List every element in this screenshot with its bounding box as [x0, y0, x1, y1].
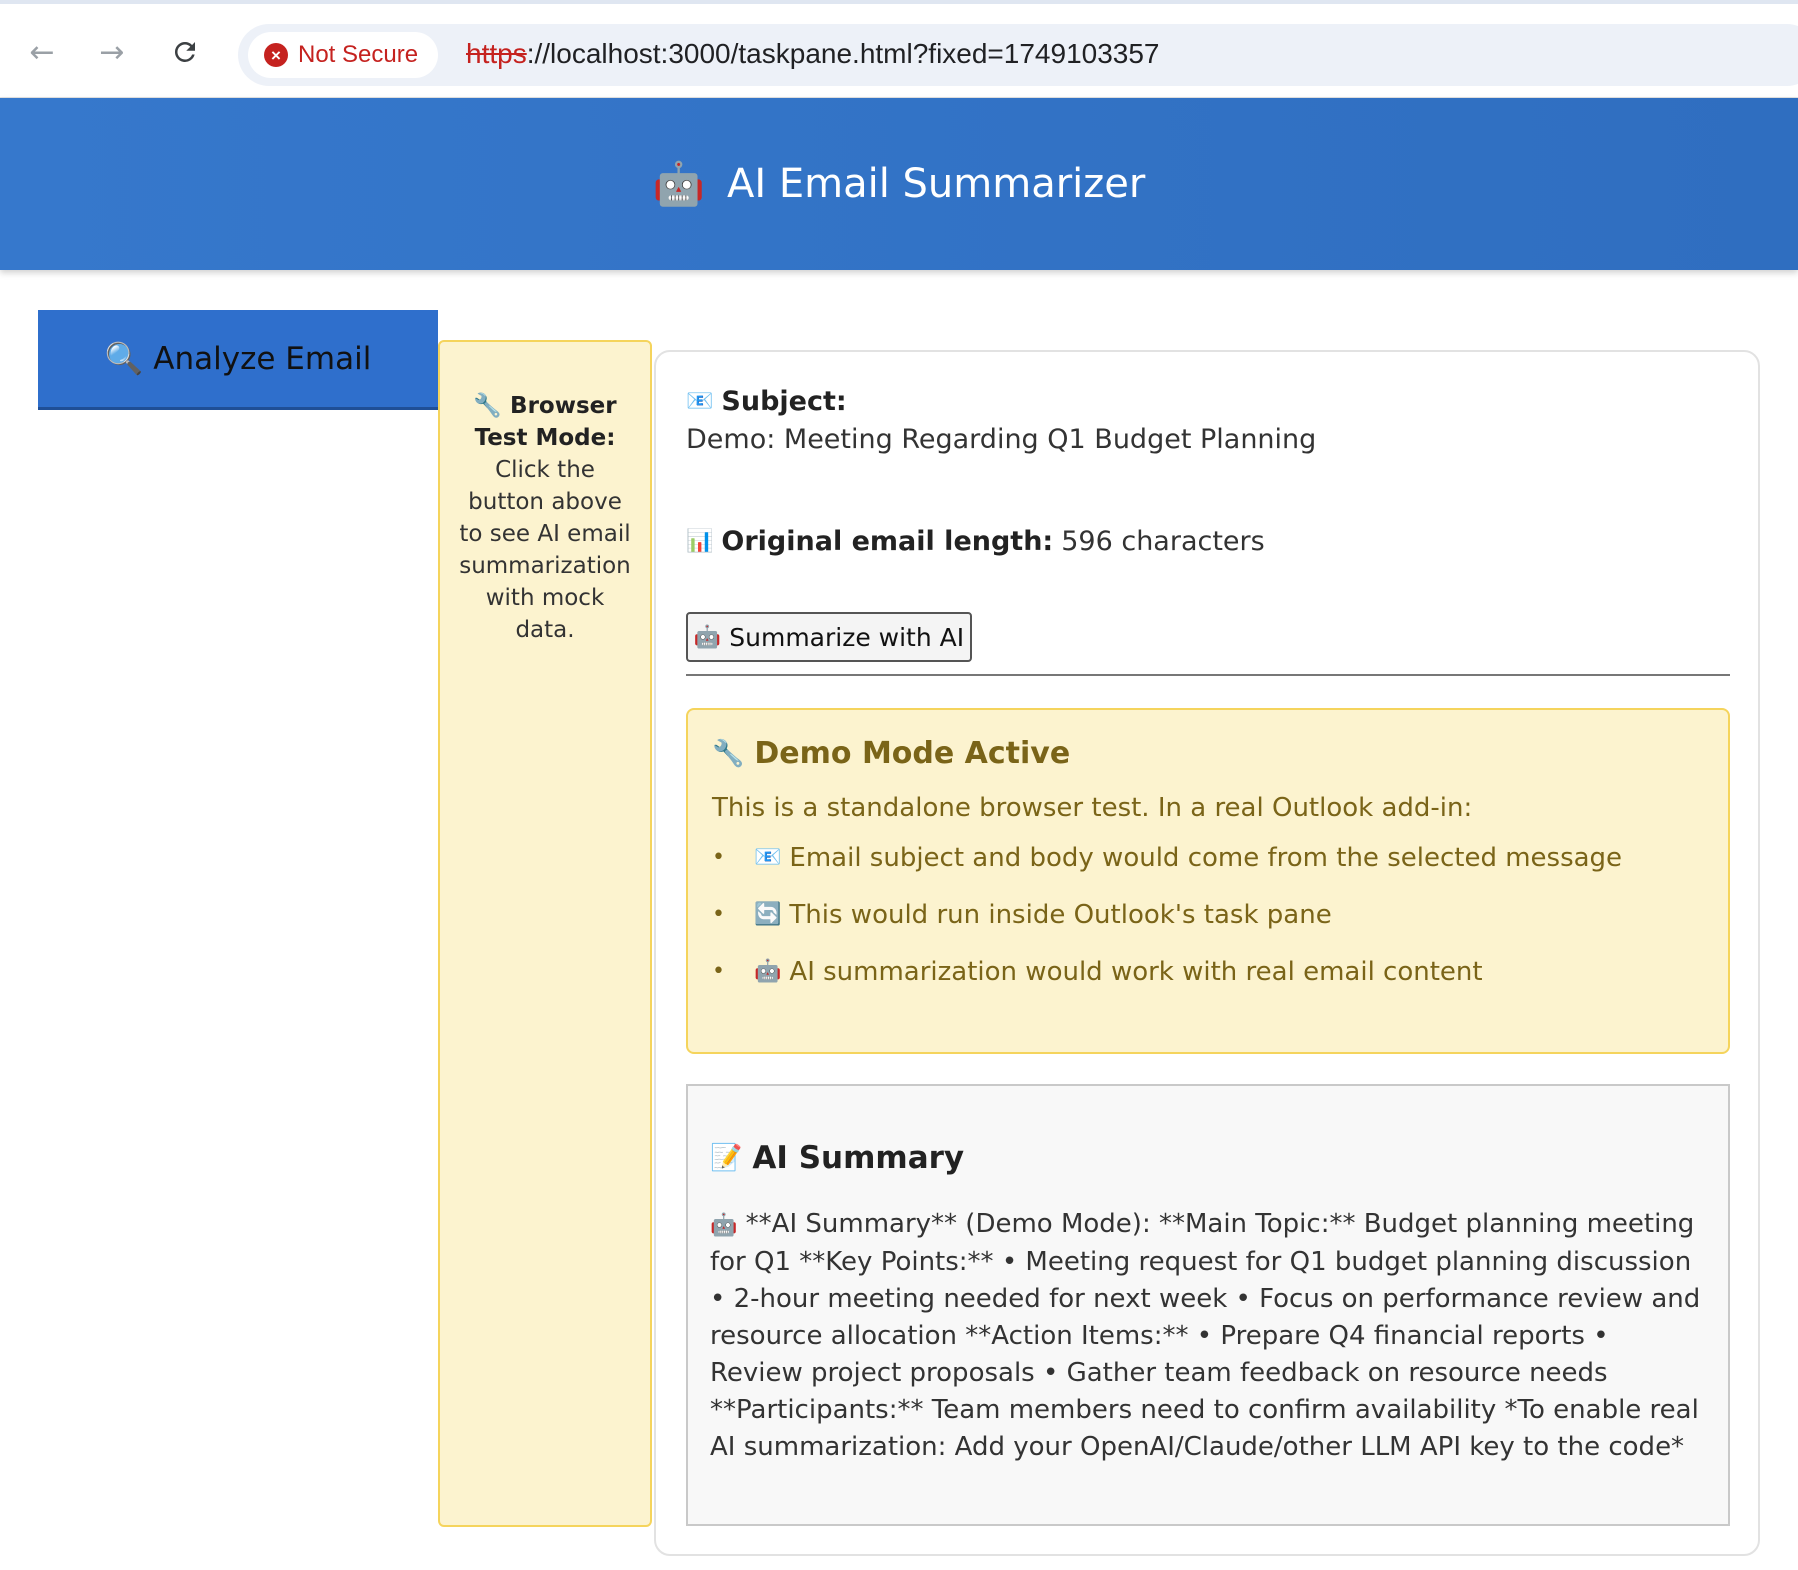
wrench-icon: 🔧: [473, 393, 503, 419]
subject-value: Demo: Meeting Regarding Q1 Budget Planni…: [686, 424, 1317, 455]
arrow-right-icon: →: [99, 34, 125, 70]
security-label: Not Secure: [298, 41, 419, 68]
ai-summary-text: 🤖 **AI Summary** (Demo Mode): **Main Top…: [710, 1209, 1701, 1462]
bar-chart-icon: 📊: [686, 529, 714, 554]
demo-mode-notice: 🔧 Demo Mode Active This is a standalone …: [686, 708, 1730, 1054]
summarize-label: Summarize with AI: [729, 622, 965, 652]
wrench-icon: 🔧: [712, 738, 745, 769]
summarize-with-ai-button[interactable]: 🤖 Summarize with AI: [686, 612, 972, 662]
robot-icon: 🤖: [754, 959, 782, 984]
demo-mode-list: • 📧 Email subject and body would come fr…: [712, 841, 1704, 989]
robot-icon: 🤖: [693, 624, 722, 650]
demo-mode-intro: This is a standalone browser test. In a …: [712, 793, 1473, 823]
url-text[interactable]: https://localhost:3000/taskpane.html?fix…: [466, 38, 1160, 70]
address-bar[interactable]: × Not Secure https://localhost:3000/task…: [238, 24, 1798, 86]
analyze-email-label: Analyze Email: [153, 340, 372, 377]
email-icon: 📧: [686, 389, 714, 414]
back-button[interactable]: ←: [22, 32, 62, 72]
email-length-label: Original email length:: [721, 526, 1054, 557]
email-info-card: 📧 Subject: Demo: Meeting Regarding Q1 Bu…: [654, 350, 1760, 1556]
divider: [686, 674, 1730, 676]
test-note-text: Click the button above to see AI email s…: [459, 457, 631, 643]
demo-mode-title: 🔧 Demo Mode Active: [712, 736, 1071, 771]
arrow-left-icon: ←: [29, 34, 55, 70]
email-icon: 📧: [754, 845, 782, 870]
ai-summary-title: 📝 AI Summary: [710, 1140, 965, 1176]
list-item: • 🔄 This would run inside Outlook's task…: [712, 900, 1332, 930]
url-rest: ://localhost:3000/taskpane.html?fixed=17…: [526, 38, 1160, 69]
ai-summary-panel: 📝 AI Summary 🤖 **AI Summary** (Demo Mode…: [686, 1084, 1730, 1526]
robot-icon: 🤖: [652, 159, 705, 208]
email-length: 📊 Original email length: 596 characters: [686, 526, 1265, 557]
subject-label: 📧 Subject:: [686, 386, 847, 417]
browser-toolbar: ← → × Not Secure https://localhost:3000/…: [0, 0, 1798, 98]
robot-icon: 🤖: [710, 1213, 738, 1238]
warning-icon: ×: [264, 43, 288, 67]
reload-button[interactable]: [165, 32, 205, 72]
list-item: • 🤖 AI summarization would work with rea…: [712, 957, 1483, 987]
magnifier-icon: 🔍: [104, 341, 144, 377]
security-indicator[interactable]: × Not Secure: [248, 32, 439, 78]
url-scheme: https: [466, 38, 527, 69]
reload-icon: [174, 41, 195, 62]
forward-button[interactable]: →: [92, 32, 132, 72]
browser-test-mode-note: 🔧 Browser Test Mode: Click the button ab…: [438, 340, 652, 1527]
list-item: • 📧 Email subject and body would come fr…: [712, 843, 1623, 873]
app-title: AI Email Summarizer: [726, 161, 1146, 207]
memo-icon: 📝: [710, 1143, 743, 1173]
analyze-email-button[interactable]: 🔍 Analyze Email: [38, 310, 438, 410]
email-length-value: 596 characters: [1061, 526, 1265, 557]
app-header: 🤖 AI Email Summarizer: [0, 98, 1798, 270]
refresh-icon: 🔄: [754, 902, 782, 927]
